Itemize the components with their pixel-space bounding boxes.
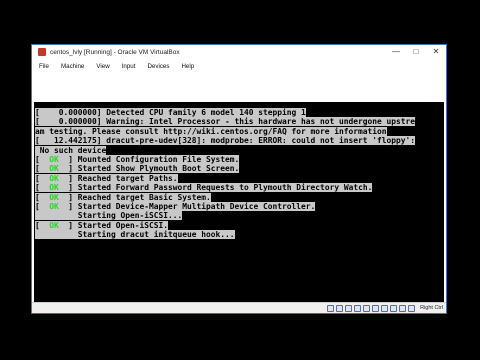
window-controls: — □ ✕ (386, 45, 446, 59)
console-line-text: [ OK ] Reached target Paths. (35, 173, 178, 183)
console-line-text: No such device (35, 145, 107, 155)
window-title: centos_lvly [Running] - Oracle VM Virtua… (50, 48, 180, 56)
console-text: [ (35, 164, 50, 174)
console-line-text: [ OK ] Mounted Configuration File System… (35, 154, 240, 164)
console-text: ] Reached target Paths. (58, 173, 178, 183)
minimize-button[interactable]: — (386, 45, 406, 59)
console-line: [ 12.442175] dracut-pre-udev[328]: modpr… (35, 136, 444, 146)
console-text: [ (35, 201, 50, 211)
console-line: [ OK ] Started Show Plymouth Boot Screen… (35, 164, 444, 174)
console-line: [ OK ] Started Open-iSCSI. (35, 220, 444, 230)
ok-status: OK (49, 183, 59, 193)
console-line: Starting dracut initqueue hook... (35, 230, 444, 240)
cpu-icon[interactable] (390, 304, 398, 312)
console-line-text: [ OK ] Started Forward Password Requests… (35, 183, 373, 193)
console-text: Starting dracut initqueue hook... (35, 230, 235, 240)
console-text: [ 0.000000] Detected CPU family 6 model … (35, 108, 306, 117)
console-line: [ OK ] Reached target Basic System. (35, 192, 444, 202)
console-text: ] Started Forward Password Requests to P… (58, 183, 373, 193)
network-icon[interactable] (372, 304, 380, 312)
console-line: am testing. Please consult http://wiki.c… (35, 126, 444, 136)
console-text: [ (35, 220, 50, 230)
console-line: [ OK ] Reached target Paths. (35, 173, 444, 183)
console-line-text: [ OK ] Started Open-iSCSI. (35, 220, 169, 230)
console-line-text: [ OK ] Started Show Plymouth Boot Screen… (35, 164, 240, 174)
console-text: [ 12.442175] dracut-pre-udev[328]: modpr… (35, 136, 416, 146)
title-bar[interactable]: centos_lvly [Running] - Oracle VM Virtua… (32, 45, 446, 59)
console-line-text: [ 12.442175] dracut-pre-udev[328]: modpr… (35, 136, 416, 146)
console-line: Starting Open-iSCSI... (35, 211, 444, 221)
console-text: [ (35, 192, 50, 202)
console-text: [ (35, 183, 50, 193)
virtualbox-app-icon (38, 48, 46, 56)
console-text: [ 0.000000] Warning: Intel Processor - t… (35, 117, 416, 127)
console-text: [ (35, 154, 50, 164)
virtualbox-window: centos_lvly [Running] - Oracle VM Virtua… (31, 44, 447, 314)
console-line-text: [ 0.000000] Detected CPU family 6 model … (35, 108, 306, 117)
host-key-label: Right Ctrl (420, 305, 443, 311)
menu-machine[interactable]: Machine (55, 63, 90, 70)
menu-input[interactable]: Input (116, 63, 142, 70)
console-text: ] Reached target Basic System. (58, 192, 211, 202)
maximize-button[interactable]: □ (406, 45, 426, 59)
hard-disk-icon[interactable] (327, 304, 335, 312)
console-line-text: [ 0.000000] Warning: Intel Processor - t… (35, 117, 416, 127)
console-text: No such device (35, 145, 107, 155)
console-line-text: [ OK ] Reached target Basic System. (35, 192, 211, 202)
console-line-text: am testing. Please consult http://wiki.c… (35, 126, 387, 136)
console-text: ] Mounted Configuration File System. (58, 154, 240, 164)
keyboard-icon[interactable] (408, 304, 416, 312)
menu-devices[interactable]: Devices (141, 63, 175, 70)
menu-view[interactable]: View (90, 63, 115, 70)
console-line: No such device (35, 145, 444, 155)
recording-icon[interactable] (381, 304, 389, 312)
boot-console: [ 0.000000] Detected CPU family 6 model … (35, 108, 444, 240)
console-text: am testing. Please consult http://wiki.c… (35, 126, 387, 136)
mouse-integration-icon[interactable] (399, 304, 407, 312)
console-line: [ 0.000000] Warning: Intel Processor - t… (35, 117, 444, 127)
console-text: ] Started Show Plymouth Boot Screen. (58, 164, 240, 174)
console-text: ] Started Open-iSCSI. (58, 220, 169, 230)
console-text: Starting Open-iSCSI... (35, 211, 183, 221)
close-button[interactable]: ✕ (426, 45, 446, 59)
ok-status: OK (49, 192, 59, 202)
console-line: [ OK ] Started Forward Password Requests… (35, 183, 444, 193)
ok-status: OK (49, 173, 59, 183)
menu-bar: File Machine View Input Devices Help (32, 60, 446, 72)
menu-file[interactable]: File (32, 63, 55, 70)
console-line: [ 0.000000] Detected CPU family 6 model … (35, 108, 444, 117)
console-line-text: [ OK ] Started Device-Mapper Multipath D… (35, 201, 316, 211)
console-line-text: Starting dracut initqueue hook... (35, 230, 235, 240)
ok-status: OK (49, 154, 59, 164)
console-line: [ OK ] Mounted Configuration File System… (35, 154, 444, 164)
console-line-text: Starting Open-iSCSI... (35, 211, 183, 221)
ok-status: OK (49, 220, 59, 230)
vm-display[interactable]: [ 0.000000] Detected CPU family 6 model … (34, 102, 444, 302)
display-icon[interactable] (363, 304, 371, 312)
shared-folder-icon[interactable] (354, 304, 362, 312)
console-line: [ OK ] Started Device-Mapper Multipath D… (35, 201, 444, 211)
ok-status: OK (49, 164, 59, 174)
status-bar: Right Ctrl (32, 302, 446, 313)
console-text: [ (35, 173, 50, 183)
menu-help[interactable]: Help (175, 63, 200, 70)
console-text: ] Started Device-Mapper Multipath Device… (58, 201, 316, 211)
usb-icon[interactable] (345, 304, 353, 312)
ok-status: OK (49, 201, 59, 211)
optical-drive-icon[interactable] (336, 304, 344, 312)
